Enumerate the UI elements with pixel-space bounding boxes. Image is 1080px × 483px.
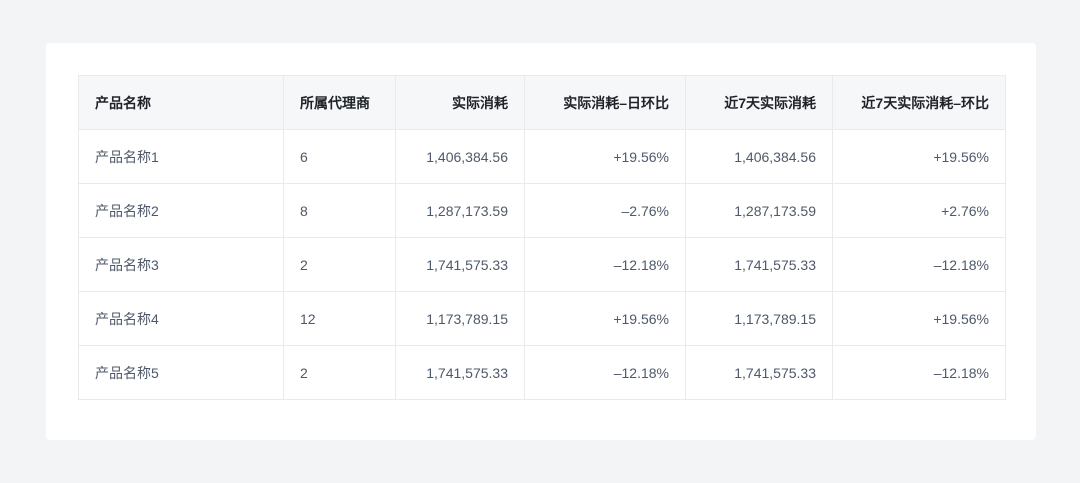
consumption-cell: 1,741,575.33 <box>395 237 525 292</box>
week-consumption-cell: 1,406,384.56 <box>685 129 833 184</box>
product-name-cell: 产品名称5 <box>78 345 284 400</box>
agent-count-link[interactable]: 12 <box>283 291 396 346</box>
column-header-7day-change[interactable]: 近7天实际消耗–环比 <box>832 75 1006 130</box>
agent-count-link[interactable]: 8 <box>283 183 396 238</box>
daily-change-cell: +19.56% <box>524 291 686 346</box>
agent-count-link[interactable]: 6 <box>283 129 396 184</box>
consumption-table: 产品名称 所属代理商 实际消耗 实际消耗–日环比 近7天实际消耗 近7天实际消耗… <box>78 75 1006 400</box>
table-card: 产品名称 所属代理商 实际消耗 实际消耗–日环比 近7天实际消耗 近7天实际消耗… <box>46 43 1036 440</box>
consumption-cell: 1,741,575.33 <box>395 345 525 400</box>
column-header-actual-consumption[interactable]: 实际消耗 <box>395 75 525 130</box>
table-row: 产品名称2 8 1,287,173.59 –2.76% 1,287,173.59… <box>78 183 1006 238</box>
product-name-cell: 产品名称1 <box>78 129 284 184</box>
daily-change-cell: –2.76% <box>524 183 686 238</box>
table-row: 产品名称1 6 1,406,384.56 +19.56% 1,406,384.5… <box>78 129 1006 184</box>
week-consumption-cell: 1,287,173.59 <box>685 183 833 238</box>
daily-change-cell: –12.18% <box>524 345 686 400</box>
consumption-cell: 1,406,384.56 <box>395 129 525 184</box>
week-change-cell: –12.18% <box>832 345 1006 400</box>
daily-change-cell: –12.18% <box>524 237 686 292</box>
column-header-daily-change[interactable]: 实际消耗–日环比 <box>524 75 686 130</box>
consumption-cell: 1,173,789.15 <box>395 291 525 346</box>
week-change-cell: +19.56% <box>832 129 1006 184</box>
week-consumption-cell: 1,741,575.33 <box>685 345 833 400</box>
table-header-row: 产品名称 所属代理商 实际消耗 实际消耗–日环比 近7天实际消耗 近7天实际消耗… <box>78 75 1006 130</box>
product-name-cell: 产品名称2 <box>78 183 284 238</box>
consumption-cell: 1,287,173.59 <box>395 183 525 238</box>
product-name-cell: 产品名称3 <box>78 237 284 292</box>
week-consumption-cell: 1,173,789.15 <box>685 291 833 346</box>
agent-count-link[interactable]: 2 <box>283 345 396 400</box>
week-change-cell: –12.18% <box>832 237 1006 292</box>
agent-count-link[interactable]: 2 <box>283 237 396 292</box>
week-change-cell: +19.56% <box>832 291 1006 346</box>
column-header-product-name[interactable]: 产品名称 <box>78 75 284 130</box>
table-row: 产品名称4 12 1,173,789.15 +19.56% 1,173,789.… <box>78 291 1006 346</box>
week-consumption-cell: 1,741,575.33 <box>685 237 833 292</box>
column-header-agent[interactable]: 所属代理商 <box>283 75 396 130</box>
table-row: 产品名称3 2 1,741,575.33 –12.18% 1,741,575.3… <box>78 237 1006 292</box>
column-header-7day-consumption[interactable]: 近7天实际消耗 <box>685 75 833 130</box>
daily-change-cell: +19.56% <box>524 129 686 184</box>
table-row: 产品名称5 2 1,741,575.33 –12.18% 1,741,575.3… <box>78 345 1006 400</box>
week-change-cell: +2.76% <box>832 183 1006 238</box>
product-name-cell: 产品名称4 <box>78 291 284 346</box>
